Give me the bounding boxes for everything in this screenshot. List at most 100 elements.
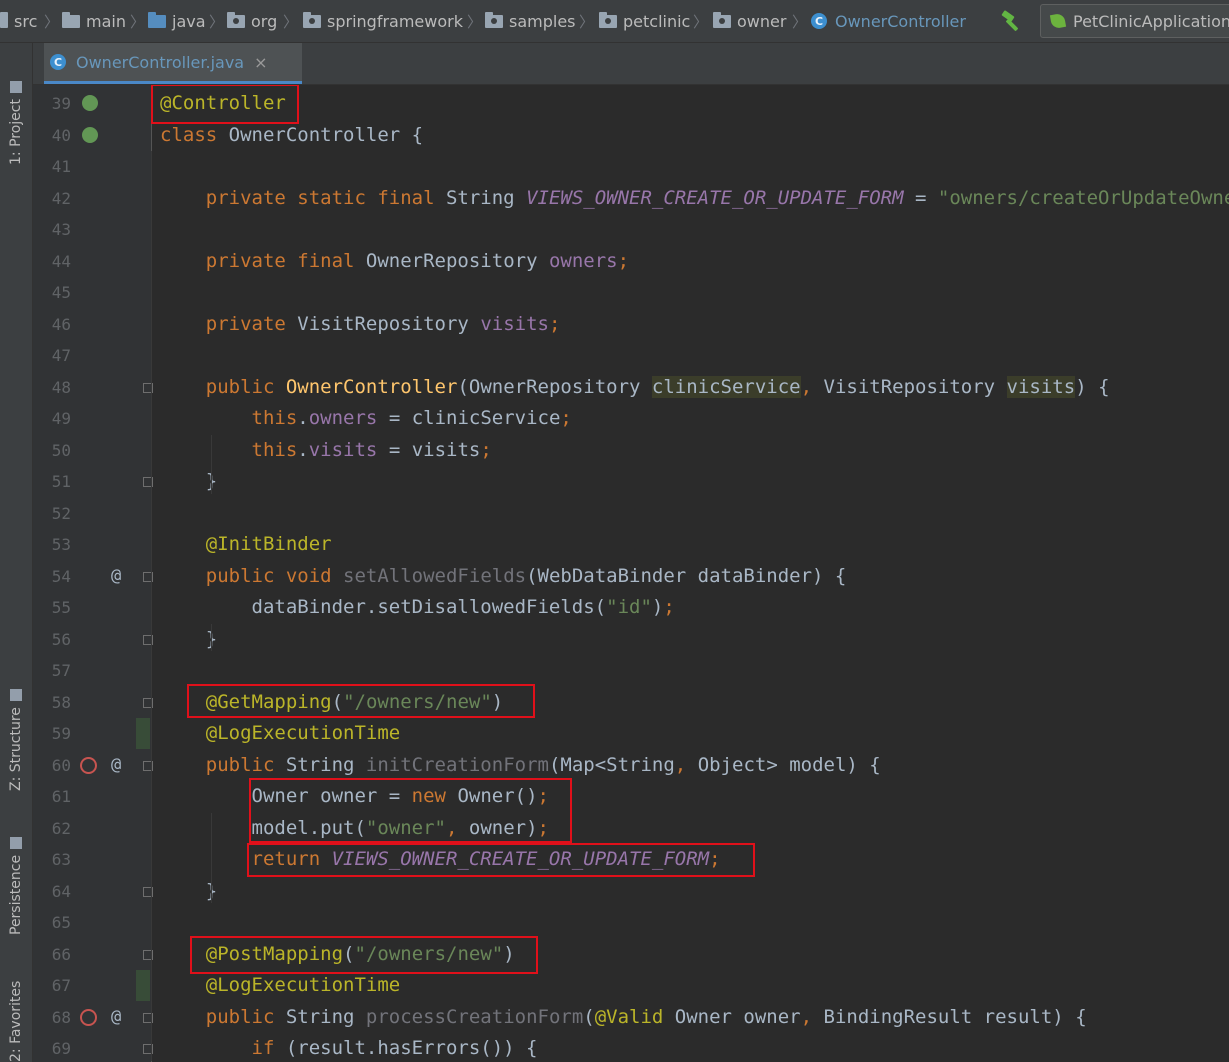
code-line[interactable]: } [160, 876, 217, 908]
source-folder-icon [148, 11, 166, 28]
code-editor[interactable]: 39 40 41 42 43 44 45 46 47 48 49 50 51 52 53 54 55 56 57 58… [33, 85, 1229, 1062]
breadcrumb-item-ownercontroller[interactable]: C OwnerController [811, 0, 966, 42]
persistence-tool-tab[interactable]: Persistence [4, 823, 28, 935]
code-line[interactable]: class OwnerController { [160, 120, 423, 152]
code-token: visits [480, 312, 549, 335]
breadcrumb-separator-icon: 〉 [283, 12, 299, 31]
code-line[interactable]: if (result.hasErrors()) { [160, 1033, 538, 1062]
breadcrumb-item-petclinic[interactable]: petclinic [599, 0, 690, 42]
code-line[interactable]: dataBinder.setDisallowedFields("id"); [160, 592, 675, 624]
code-token: } [160, 627, 218, 650]
code-token: = [903, 186, 938, 209]
close-tab-icon[interactable]: × [254, 53, 267, 72]
indent-guide [211, 623, 212, 651]
build-hammer-icon[interactable] [1000, 10, 1024, 32]
breadcrumb-separator-icon: 〉 [209, 12, 225, 31]
code-line[interactable]: this.owners = clinicService; [160, 403, 572, 435]
code-line[interactable]: this.visits = visits; [160, 435, 492, 467]
code-line[interactable]: @LogExecutionTime [160, 970, 400, 1002]
package-icon [599, 11, 617, 28]
code-token: public [205, 375, 286, 398]
code-token: visits [308, 438, 378, 461]
code-token: ; [480, 438, 492, 461]
code-line[interactable]: public void setAllowedFields(WebDataBind… [160, 561, 847, 593]
breadcrumb-separator-icon: 〉 [579, 12, 595, 31]
breadcrumb-label: main [86, 11, 126, 31]
code-token: private static final [205, 186, 446, 209]
highlight-box [247, 843, 755, 877]
editor-tab-bar: C OwnerController.java × [33, 43, 1229, 85]
code-token: String [445, 186, 527, 209]
tab-ownercontroller-java[interactable]: C OwnerController.java × [44, 43, 302, 84]
package-icon [713, 11, 731, 28]
code-line[interactable]: private VisitRepository visits; [160, 309, 561, 341]
code-token: ; [663, 596, 675, 618]
code-token: OwnerRepository [365, 249, 549, 272]
code-token: dataBinder.setDisallowedFields( [160, 596, 607, 618]
structure-tool-tab[interactable]: Z: Structure [4, 676, 28, 791]
code-line[interactable]: private static final String VIEWS_OWNER_… [160, 183, 1229, 215]
code-line[interactable]: @InitBinder [160, 529, 332, 561]
code-token: clinicService [651, 375, 801, 398]
code-line[interactable]: @LogExecutionTime [160, 718, 400, 750]
code-token: processCreationForm [365, 1005, 584, 1028]
favorites-tool-tab[interactable]: 2: Favorites [4, 965, 28, 1062]
code-token: "owners/createOrUpdateOwnerForm" [937, 186, 1229, 209]
breadcrumb-label: springframework [327, 11, 463, 31]
code-line[interactable]: public String initCreationForm(Map<Strin… [160, 750, 881, 782]
code-token: owners [308, 407, 378, 429]
project-folder-icon [10, 81, 22, 94]
code-line[interactable]: public OwnerController(OwnerRepository c… [160, 372, 1110, 404]
breadcrumb-item-org[interactable]: org [227, 0, 277, 42]
code-token: this [251, 407, 298, 429]
breadcrumb-item-java[interactable]: java [148, 0, 206, 42]
code-token: VisitRepository [297, 312, 481, 335]
breadcrumb-label: petclinic [623, 11, 691, 31]
tab-filename: OwnerController.java [76, 52, 245, 72]
run-configuration-selector[interactable]: PetClinicApplication [1040, 4, 1229, 38]
code-area[interactable]: @Controller class OwnerController { priva… [33, 85, 1229, 1062]
code-token: } [160, 470, 218, 492]
breadcrumb-separator-icon: 〉 [693, 12, 709, 31]
structure-icon [10, 689, 22, 702]
code-token: , [800, 375, 824, 398]
breadcrumb-label: src [14, 11, 38, 31]
indent-guide [151, 151, 152, 1061]
code-token: = visits [377, 438, 481, 461]
breadcrumb-separator-icon: 〉 [130, 12, 146, 31]
code-token: public [205, 1005, 286, 1028]
code-line[interactable]: } [160, 466, 217, 498]
code-line[interactable]: public String processCreationForm(@Valid… [160, 1002, 1087, 1034]
folder-icon [62, 11, 80, 28]
code-line[interactable]: } [160, 624, 217, 656]
code-token: BindingResult result) { [823, 1005, 1087, 1028]
code-token: class [160, 123, 229, 146]
indent-guide [211, 812, 212, 903]
structure-tool-tab-label: Z: Structure [8, 707, 24, 791]
breadcrumb-item-src[interactable]: src [0, 0, 37, 42]
code-token: ; [617, 249, 630, 272]
highlight-box [190, 935, 538, 974]
breadcrumb-item-main[interactable]: main [62, 0, 126, 42]
breadcrumb-label: java [172, 11, 206, 31]
code-token: private final [205, 249, 366, 272]
code-token: (WebDataBinder dataBinder) { [526, 564, 847, 587]
class-icon: C [50, 54, 66, 70]
code-line[interactable]: private final OwnerRepository owners; [160, 246, 629, 278]
code-token: OwnerController [285, 375, 458, 398]
breadcrumb-item-owner[interactable]: owner [713, 0, 786, 42]
project-tool-tab[interactable]: 1: Project [4, 55, 28, 165]
breadcrumb-item-samples[interactable]: samples [485, 0, 576, 42]
breadcrumb-item-springframework[interactable]: springframework [303, 0, 463, 42]
package-icon [485, 11, 503, 28]
breadcrumb-separator-icon: 〉 [467, 12, 483, 31]
class-icon: C [811, 13, 827, 29]
folder-icon [0, 11, 8, 28]
project-tool-tab-label: 1: Project [8, 99, 24, 165]
code-token: private [205, 312, 298, 335]
breadcrumb-label: org [251, 11, 278, 31]
